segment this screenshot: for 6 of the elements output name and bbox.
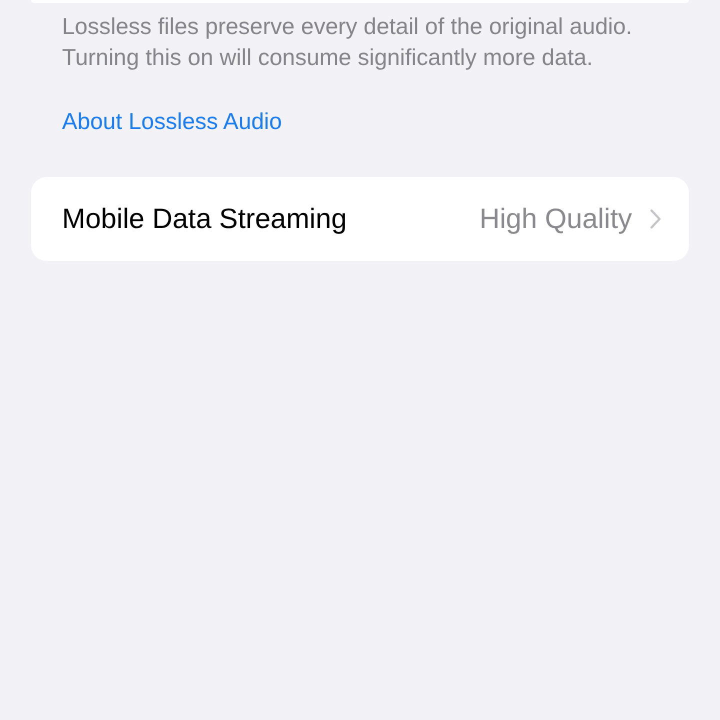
row-label: Mobile Data Streaming — [62, 203, 348, 235]
description-text: Lossless files preserve every detail of the original audio. Turning this on will consume significantly more data. — [61, 12, 634, 72]
row-value: High Quality — [479, 203, 632, 235]
about-link[interactable]: About Lossless Audio — [62, 106, 282, 136]
chevron-icon — [650, 209, 661, 229]
settings-row[interactable]: Mobile Data Streaming High Quality — [31, 177, 689, 261]
